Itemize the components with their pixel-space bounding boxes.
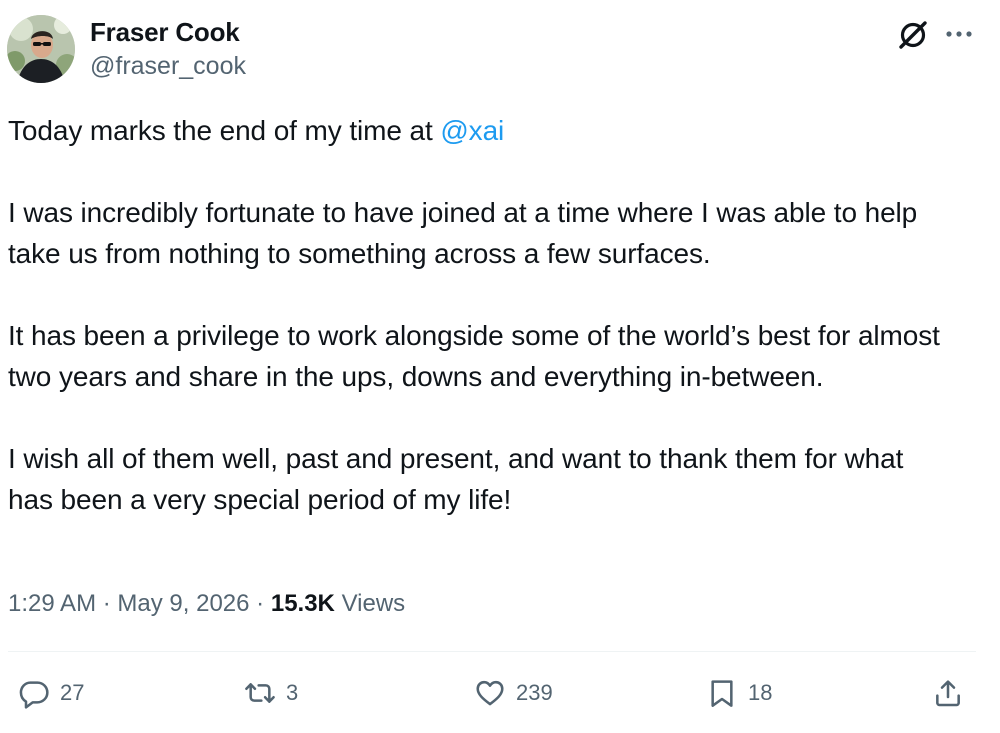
reply-count: 27 (60, 680, 85, 705)
tweet-body: Today marks the end of my time at @xai I… (8, 110, 948, 520)
tweet-paragraph-4: I wish all of them well, past and presen… (8, 443, 904, 515)
reply-button[interactable]: 27 (18, 673, 84, 713)
tweet-meta: 1:29 AM · May 9, 2026 · 15.3K Views (8, 590, 405, 618)
bookmark-count: 18 (748, 680, 773, 705)
tweet: Fraser Cook @fraser_cook Today marks the… (0, 0, 1000, 733)
grok-icon[interactable] (896, 18, 930, 52)
repost-button[interactable]: 3 (244, 673, 298, 713)
like-count: 239 (516, 680, 553, 705)
views-label[interactable]: Views (342, 590, 406, 617)
tweet-text: Today marks the end of my time at (8, 115, 441, 146)
timestamp-time[interactable]: 1:29 AM (8, 590, 96, 617)
share-icon (936, 680, 960, 707)
avatar-image (7, 15, 75, 83)
meta-separator-2: · (256, 590, 265, 617)
tweet-paragraph-2: I was incredibly fortunate to have joine… (8, 197, 918, 269)
mention-link[interactable]: @xai (440, 115, 504, 146)
avatar[interactable] (7, 15, 75, 83)
bookmark-icon (711, 680, 733, 707)
views-count[interactable]: 15.3K (271, 590, 335, 617)
author-name[interactable]: Fraser Cook (90, 17, 240, 48)
repost-count: 3 (286, 680, 299, 705)
like-button[interactable]: 239 (474, 673, 553, 713)
tweet-paragraph-3: It has been a privilege to work alongsid… (8, 320, 940, 392)
divider (8, 651, 976, 652)
heart-icon (476, 680, 504, 706)
bookmark-button[interactable]: 18 (706, 673, 772, 713)
author-handle[interactable]: @fraser_cook (90, 52, 246, 81)
repost-icon (245, 683, 275, 703)
meta-separator: · (102, 590, 111, 617)
share-button[interactable] (932, 673, 964, 713)
more-icon[interactable] (944, 22, 974, 46)
reply-icon (19, 681, 49, 709)
tweet-paragraph-1: Today marks the end of my time at @xai (8, 110, 948, 151)
timestamp-date[interactable]: May 9, 2026 (117, 590, 249, 617)
